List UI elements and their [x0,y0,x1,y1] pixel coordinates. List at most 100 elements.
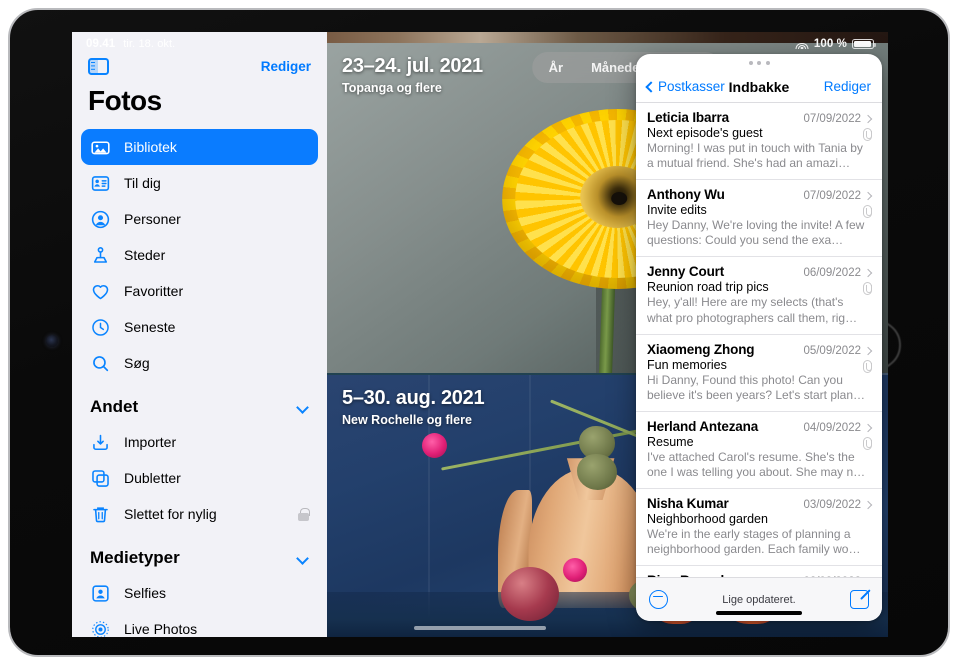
mail-sender: Xiaomeng Zhong [647,342,754,357]
mail-sender: Nisha Kumar [647,496,729,511]
lock-icon [298,508,309,521]
pink-bloom [422,433,447,458]
mail-list-item[interactable]: Nisha Kumar 03/09/2022 Neighborhood gard… [636,489,882,566]
sidebar-item-label: Slettet for nylig [124,506,285,522]
section-header-andet[interactable]: Andet [72,381,327,424]
mail-date: 02/09/2022 [803,576,861,577]
mail-row-meta: 04/09/2022 [803,422,871,434]
section-header-label: Andet [90,397,138,417]
mail-preview: I've attached Carol's resume. She's the … [647,450,871,480]
mail-sender: Leticia Ibarra [647,110,729,125]
chevron-down-icon[interactable] [298,553,309,564]
live-photos-icon [90,619,111,638]
sidebar-item-bibliotek[interactable]: Bibliotek [81,129,318,165]
sidebar-item-importer[interactable]: Importer [81,424,318,460]
mailboxes-back-button[interactable]: Postkasser [647,79,725,94]
sidebar-primary-list: Bibliotek Til dig Personer Steder Favori… [72,129,327,381]
sidebar-item-label: Dubletter [124,470,309,486]
mail-list-item[interactable]: Rigo Rangel 02/09/2022 Park Photos [636,566,882,577]
mail-row-meta: 02/09/2022 [803,576,871,577]
segment-years[interactable]: År [535,55,577,80]
mail-edit-button[interactable]: Rediger [824,79,871,94]
paperclip-icon [863,437,872,450]
for-you-icon [90,173,111,194]
status-bar-right: 100 % [796,38,874,50]
people-icon [90,209,111,230]
ipad-screen: 23–24. jul. 2021 Topanga og flere [72,32,888,637]
mail-row-meta: 03/09/2022 [803,499,871,511]
sidebar-item-live-photos[interactable]: Live Photos [81,611,318,637]
mail-row-header: Herland Antezana 04/09/2022 [647,419,871,434]
sidebar-item-sog[interactable]: Søg [81,345,318,381]
sidebar-item-selfies[interactable]: Selfies [81,575,318,611]
mail-preview: Hi Danny, Found this photo! Can you beli… [647,373,871,403]
mail-slide-over-window: Postkasser Indbakke Rediger Leticia Ibar… [636,54,882,621]
mail-preview: We're in the early stages of planning a … [647,527,871,557]
compose-icon[interactable] [850,590,869,609]
mail-list-item[interactable]: Leticia Ibarra 07/09/2022 Next episode's… [636,103,882,180]
mail-list-item[interactable]: Herland Antezana 04/09/2022 Resume I've … [636,412,882,489]
chevron-down-icon[interactable] [298,402,309,413]
back-button-label: Postkasser [658,79,725,94]
wifi-icon [796,39,809,49]
trash-icon [90,504,111,525]
page-title: Fotos [72,75,327,129]
mail-date: 06/09/2022 [803,267,861,279]
mail-preview: Hey, y'all! Here are my selects (that's … [647,295,871,325]
mail-row-meta: 07/09/2022 [803,190,871,202]
places-pin-icon [90,245,111,266]
heart-icon [90,281,111,302]
grabber-dot [766,61,770,65]
library-icon [90,137,111,158]
sidebar-item-slettet-for-nylig[interactable]: Slettet for nylig [81,496,318,532]
duplicates-icon [90,468,111,489]
sidebar-item-label: Selfies [124,585,309,601]
sidebar-item-label: Steder [124,247,309,263]
sidebar-edit-button[interactable]: Rediger [261,59,311,74]
photo-card-label: 23–24. jul. 2021 Topanga og flere [342,55,483,95]
grabber-handle-icon[interactable] [636,54,882,71]
sidebar-item-label: Seneste [124,319,309,335]
section-header-medietyper[interactable]: Medietyper [72,532,327,575]
sidebar-media-types-list: Selfies Live Photos Portræt Panorama [72,575,327,637]
sidebar-toggle-icon[interactable] [88,58,109,75]
mail-list-item[interactable]: Anthony Wu 07/09/2022 Invite edits Hey D… [636,180,882,257]
mail-status-text: Lige opdateret. [722,594,795,606]
chevron-right-icon [864,424,872,432]
sidebar-item-til-dig[interactable]: Til dig [81,165,318,201]
status-bar-left: 09.41 tir. 18. okt. [86,38,175,50]
mail-preview: Hey Danny, We're loving the invite! A fe… [647,218,871,248]
sidebar-item-label: Importer [124,434,309,450]
filter-icon[interactable] [649,590,668,609]
sidebar-item-personer[interactable]: Personer [81,201,318,237]
mail-row-header: Xiaomeng Zhong 05/09/2022 [647,342,871,357]
chevron-right-icon [864,501,872,509]
mail-row-header: Anthony Wu 07/09/2022 [647,187,871,202]
home-indicator[interactable] [414,626,546,630]
mail-navigation-bar: Postkasser Indbakke Rediger [636,71,882,103]
battery-icon [852,39,874,50]
mail-row-header: Nisha Kumar 03/09/2022 [647,496,871,511]
chevron-right-icon [864,115,872,123]
sidebar-item-seneste[interactable]: Seneste [81,309,318,345]
search-icon [90,353,111,374]
slide-over-home-indicator[interactable] [716,611,802,615]
battery-percent: 100 % [814,38,847,50]
mail-list-item[interactable]: Xiaomeng Zhong 05/09/2022 Fun memories H… [636,335,882,412]
mail-sender: Rigo Rangel [647,573,724,577]
green-pod [577,454,617,490]
mail-date: 07/09/2022 [803,113,861,125]
front-camera-icon [46,335,58,347]
selfies-icon [90,583,111,604]
chevron-left-icon [645,81,656,92]
sidebar-item-label: Personer [124,211,309,227]
mail-message-list[interactable]: Leticia Ibarra 07/09/2022 Next episode's… [636,103,882,577]
mail-sender: Herland Antezana [647,419,758,434]
sidebar-item-favoritter[interactable]: Favoritter [81,273,318,309]
mail-list-item[interactable]: Jenny Court 06/09/2022 Reunion road trip… [636,257,882,334]
mail-row-meta: 06/09/2022 [803,267,871,279]
paperclip-icon [863,205,872,218]
sidebar-item-dubletter[interactable]: Dubletter [81,460,318,496]
sidebar-item-steder[interactable]: Steder [81,237,318,273]
photo-card-place: New Rochelle og flere [342,413,484,427]
